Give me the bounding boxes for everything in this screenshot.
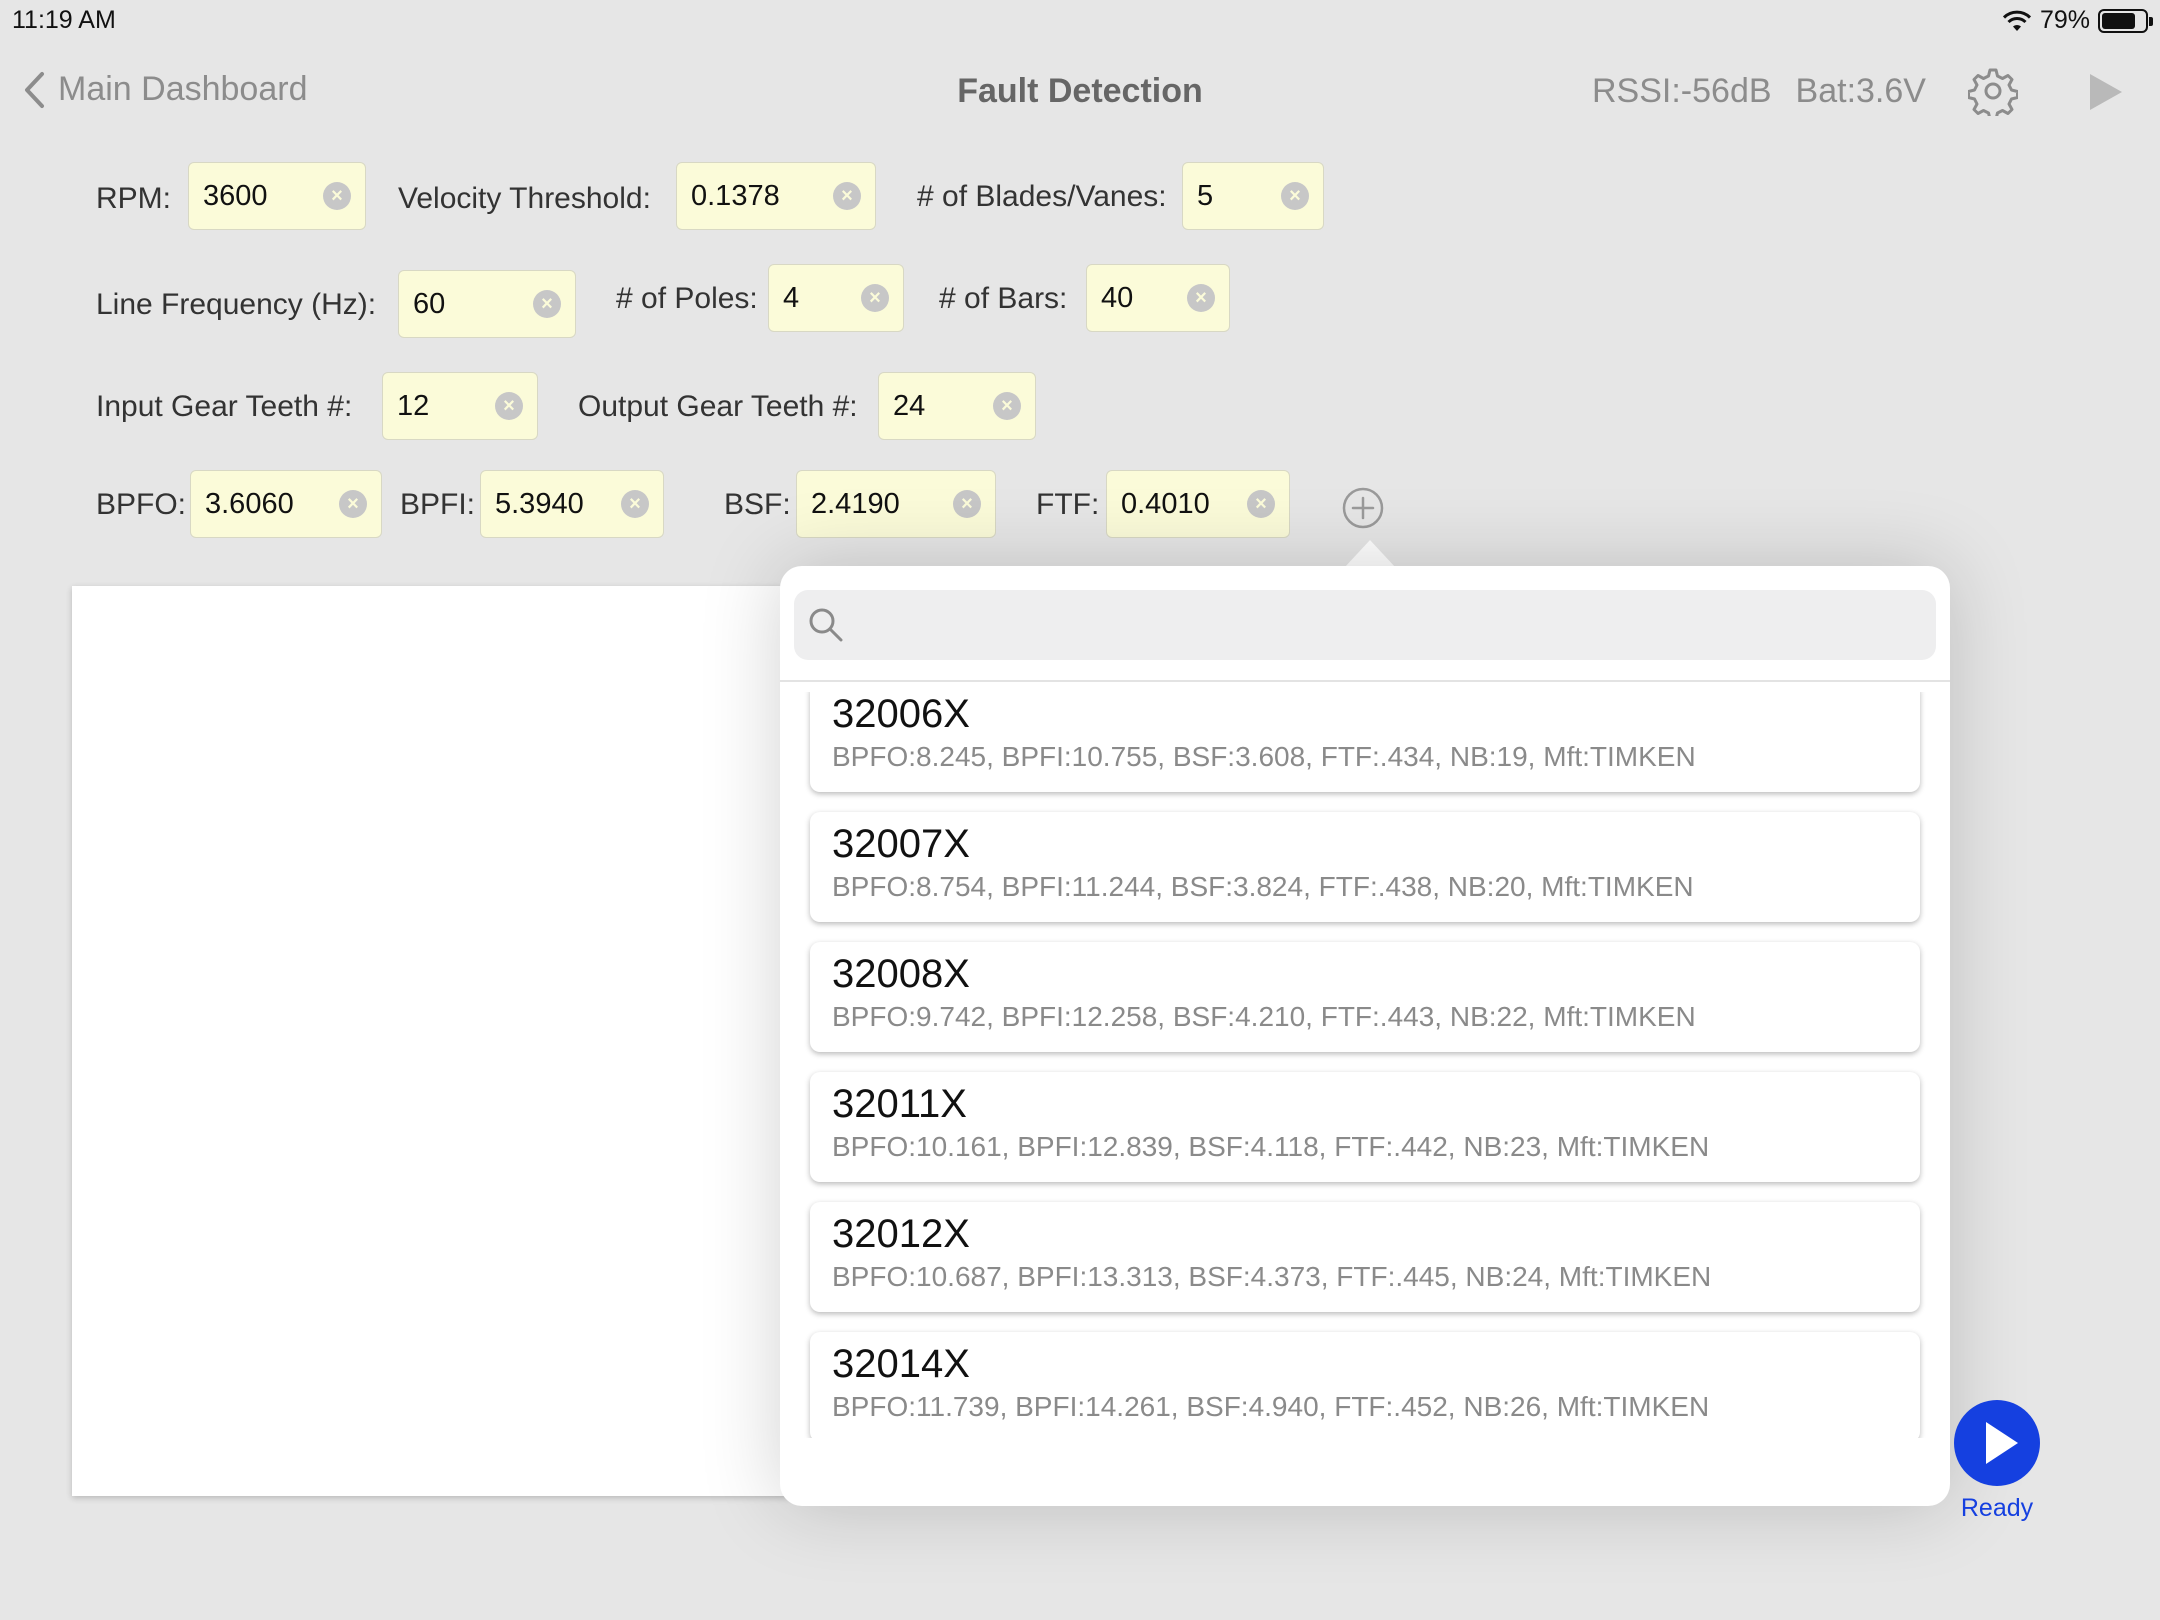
bsf-value: 2.4190	[811, 487, 900, 520]
clear-icon[interactable]: ×	[1247, 490, 1275, 518]
output-gear-label: Output Gear Teeth #:	[578, 390, 858, 423]
status-time: 11:19 AM	[12, 6, 116, 34]
clear-icon[interactable]: ×	[495, 392, 523, 420]
divider	[780, 680, 1950, 682]
bearing-name: 32014X	[832, 1342, 970, 1386]
blades-field[interactable]: 5 ×	[1182, 162, 1324, 230]
line-frequency-field[interactable]: 60 ×	[398, 270, 576, 338]
line-frequency-label: Line Frequency (Hz):	[96, 288, 377, 321]
clear-icon[interactable]: ×	[1187, 284, 1215, 312]
add-bearing-icon[interactable]	[1341, 486, 1385, 530]
list-item[interactable]: 32006X BPFO:8.245, BPFI:10.755, BSF:3.60…	[810, 692, 1920, 792]
nav-bar: Main Dashboard Fault Detection RSSI:-56d…	[0, 60, 2160, 120]
output-gear-field[interactable]: 24 ×	[878, 372, 1036, 440]
play-icon[interactable]	[2086, 70, 2126, 114]
bearing-details: BPFO:10.687, BPFI:13.313, BSF:4.373, FTF…	[832, 1261, 1712, 1292]
rpm-field[interactable]: 3600 ×	[188, 162, 366, 230]
list-item[interactable]: 32007X BPFO:8.754, BPFI:11.244, BSF:3.82…	[810, 812, 1920, 922]
bars-value: 40	[1101, 281, 1134, 314]
bsf-label: BSF:	[724, 488, 791, 521]
clear-icon[interactable]: ×	[621, 490, 649, 518]
poles-value: 4	[783, 281, 800, 314]
input-gear-field[interactable]: 12 ×	[382, 372, 538, 440]
bpfi-value: 5.3940	[495, 487, 584, 520]
bearing-details: BPFO:10.161, BPFI:12.839, BSF:4.118, FTF…	[832, 1131, 1710, 1162]
bpfi-field[interactable]: 5.3940 ×	[480, 470, 664, 538]
ftf-field[interactable]: 0.4010 ×	[1106, 470, 1290, 538]
clear-icon[interactable]: ×	[833, 182, 861, 210]
bsf-field[interactable]: 2.4190 ×	[796, 470, 996, 538]
search-bar[interactable]	[794, 590, 1936, 660]
bearing-picker-popover: 32006X BPFO:8.245, BPFI:10.755, BSF:3.60…	[780, 566, 1950, 1506]
battery-icon	[2098, 8, 2153, 33]
search-input[interactable]	[858, 608, 1936, 642]
bpfi-label: BPFI:	[400, 488, 476, 521]
play-icon	[1986, 1422, 2018, 1464]
popover-arrow	[1344, 540, 1396, 568]
input-gear-value: 12	[397, 389, 430, 422]
list-item[interactable]: 32011X BPFO:10.161, BPFI:12.839, BSF:4.1…	[810, 1072, 1920, 1182]
blades-label: # of Blades/Vanes:	[917, 180, 1167, 213]
run-status-label: Ready	[1960, 1494, 2034, 1522]
search-icon	[809, 608, 843, 642]
list-item[interactable]: 32012X BPFO:10.687, BPFI:13.313, BSF:4.3…	[810, 1202, 1920, 1312]
bearing-name: 32011X	[832, 1082, 967, 1126]
run-button[interactable]	[1954, 1400, 2040, 1486]
battery-voltage-readout: Bat:3.6V	[1795, 72, 1926, 110]
clear-icon[interactable]: ×	[533, 290, 561, 318]
status-right: 79%	[2002, 6, 2153, 35]
blades-value: 5	[1197, 179, 1214, 212]
battery-percent: 79%	[2039, 6, 2090, 34]
output-gear-value: 24	[893, 389, 926, 422]
clear-icon[interactable]: ×	[953, 490, 981, 518]
line-frequency-value: 60	[413, 287, 446, 320]
bearing-name: 32008X	[832, 952, 970, 996]
list-item[interactable]: 32008X BPFO:9.742, BPFI:12.258, BSF:4.21…	[810, 942, 1920, 1052]
bpfo-field[interactable]: 3.6060 ×	[190, 470, 382, 538]
clear-icon[interactable]: ×	[1281, 182, 1309, 210]
bars-field[interactable]: 40 ×	[1086, 264, 1230, 332]
wifi-icon	[2002, 10, 2032, 31]
poles-label: # of Poles:	[616, 282, 758, 315]
bearing-details: BPFO:8.245, BPFI:10.755, BSF:3.608, FTF:…	[832, 741, 1696, 772]
velocity-threshold-label: Velocity Threshold:	[398, 182, 651, 215]
bearing-name: 32012X	[832, 1212, 970, 1256]
bearing-details: BPFO:8.754, BPFI:11.244, BSF:3.824, FTF:…	[832, 871, 1694, 902]
rssi-readout: RSSI:-56dB	[1592, 72, 1772, 110]
clear-icon[interactable]: ×	[861, 284, 889, 312]
status-bar: 11:19 AM 79%	[0, 0, 2160, 40]
velocity-threshold-value: 0.1378	[691, 179, 780, 212]
bearing-details: BPFO:11.739, BPFI:14.261, BSF:4.940, FTF…	[832, 1391, 1710, 1422]
input-gear-label: Input Gear Teeth #:	[96, 390, 353, 423]
plot-panel	[72, 586, 792, 1496]
clear-icon[interactable]: ×	[339, 490, 367, 518]
rpm-label: RPM:	[96, 182, 171, 215]
bearing-name: 32006X	[832, 692, 970, 736]
bearing-name: 32007X	[832, 822, 970, 866]
clear-icon[interactable]: ×	[993, 392, 1021, 420]
bearing-details: BPFO:9.742, BPFI:12.258, BSF:4.210, FTF:…	[832, 1001, 1696, 1032]
ftf-value: 0.4010	[1121, 487, 1210, 520]
list-item[interactable]: 32014X BPFO:11.739, BPFI:14.261, BSF:4.9…	[810, 1332, 1920, 1438]
device-status: RSSI:-56dB Bat:3.6V	[1592, 72, 1926, 111]
rpm-value: 3600	[203, 179, 268, 212]
ftf-label: FTF:	[1036, 488, 1100, 521]
settings-gear-icon[interactable]	[1968, 66, 2018, 116]
velocity-threshold-field[interactable]: 0.1378 ×	[676, 162, 876, 230]
bpfo-label: BPFO:	[96, 488, 187, 521]
poles-field[interactable]: 4 ×	[768, 264, 904, 332]
bars-label: # of Bars:	[939, 282, 1068, 315]
clear-icon[interactable]: ×	[323, 182, 351, 210]
bpfo-value: 3.6060	[205, 487, 294, 520]
bearing-list[interactable]: 32006X BPFO:8.245, BPFI:10.755, BSF:3.60…	[780, 692, 1950, 1438]
